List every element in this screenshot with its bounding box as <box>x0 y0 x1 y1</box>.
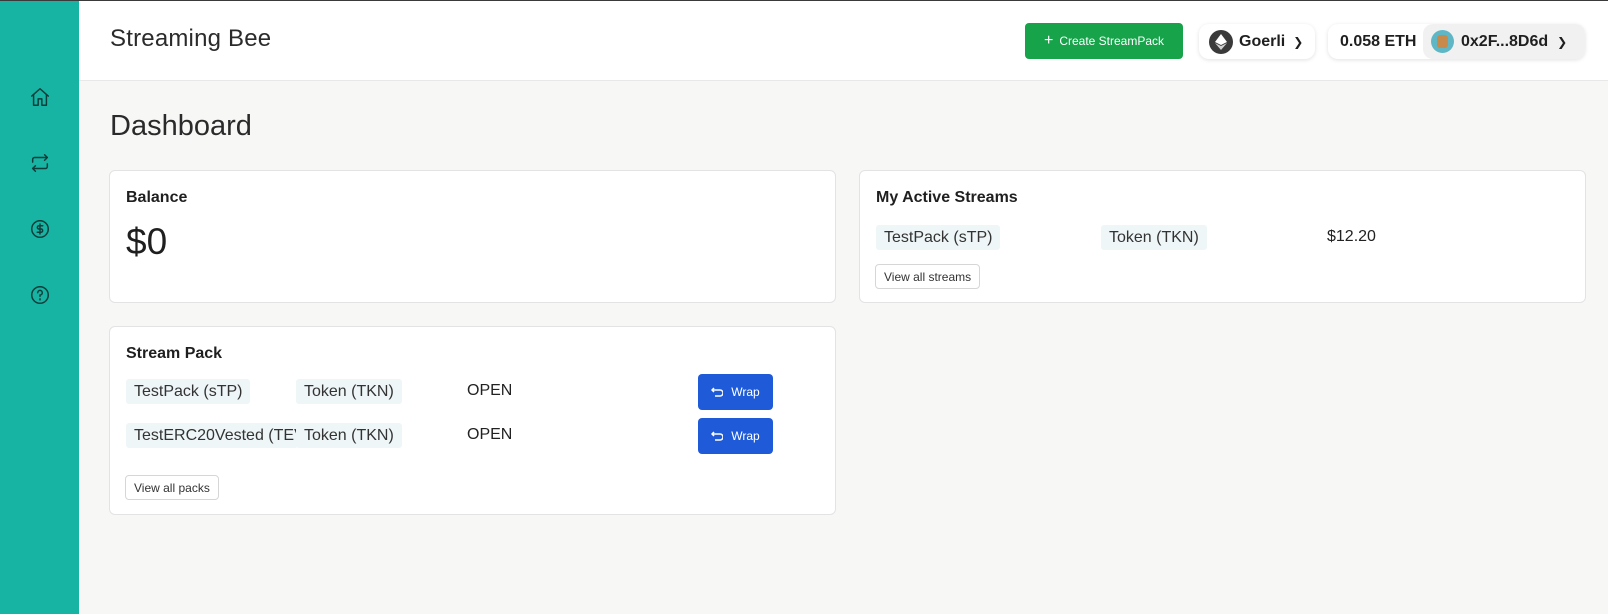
balance-value: $0 <box>126 221 168 262</box>
eth-balance: 0.058 ETH <box>1340 32 1417 50</box>
sidebar-item-home[interactable] <box>26 83 54 111</box>
stream-pack-card: Stream Pack TestPack (sTP) Token (TKN) O… <box>109 326 836 515</box>
sidebar <box>0 1 79 614</box>
stream-pack-title: Stream Pack <box>126 345 223 362</box>
view-all-packs-button[interactable]: View all packs <box>125 475 219 500</box>
wallet-widget: 0.058 ETH 0x2F...8D6d ❯ <box>1328 24 1585 59</box>
chevron-down-icon: ❯ <box>1293 34 1304 49</box>
pack-token-tag: Token (TKN) <box>296 379 402 404</box>
account-address: 0x2F...8D6d <box>1461 32 1549 50</box>
stream-pack-tag: TestPack (sTP) <box>876 225 1001 250</box>
balance-card: Balance $0 <box>109 170 836 303</box>
home-icon <box>31 88 49 106</box>
network-selector[interactable]: Goerli ❯ <box>1199 24 1315 59</box>
create-streampack-label: Create StreamPack <box>1059 34 1165 48</box>
pack-status: OPEN <box>467 382 513 399</box>
wrap-button[interactable]: Wrap <box>698 418 773 454</box>
wrap-label: Wrap <box>731 429 760 443</box>
repeat-icon <box>31 154 49 172</box>
stream-amount: $12.20 <box>1327 228 1376 245</box>
page-title: Dashboard <box>110 110 252 142</box>
active-streams-title: My Active Streams <box>876 189 1018 206</box>
ethereum-icon <box>1209 29 1233 54</box>
avatar <box>1431 30 1454 53</box>
dollar-icon <box>31 220 49 238</box>
network-name: Goerli <box>1239 32 1286 50</box>
account-button[interactable]: 0x2F...8D6d ❯ <box>1423 24 1585 59</box>
create-streampack-button[interactable]: + Create StreamPack <box>1025 23 1183 59</box>
sidebar-item-streams[interactable] <box>26 149 54 177</box>
pack-status: OPEN <box>467 426 513 443</box>
sidebar-item-payments[interactable] <box>26 215 54 243</box>
pack-token-tag: Token (TKN) <box>296 423 402 448</box>
top-header: Streaming Bee + Create StreamPack Goerli… <box>79 1 1608 81</box>
wrap-icon <box>711 431 724 441</box>
wrap-icon <box>711 387 724 397</box>
active-streams-card: My Active Streams TestPack (sTP) Token (… <box>859 170 1586 303</box>
view-all-streams-button[interactable]: View all streams <box>875 264 981 289</box>
sidebar-item-help[interactable] <box>26 281 54 309</box>
pack-name-tag: TestPack (sTP) <box>126 379 251 404</box>
wrap-label: Wrap <box>731 385 760 399</box>
help-icon <box>31 286 49 304</box>
pack-name-tag: TestERC20Vested (TEV) <box>126 423 298 448</box>
chevron-down-icon: ❯ <box>1557 34 1568 49</box>
balance-title: Balance <box>126 189 188 206</box>
app-title: Streaming Bee <box>110 25 272 52</box>
wrap-button[interactable]: Wrap <box>698 374 773 410</box>
plus-icon: + <box>1043 32 1054 49</box>
stream-token-tag: Token (TKN) <box>1101 225 1207 250</box>
